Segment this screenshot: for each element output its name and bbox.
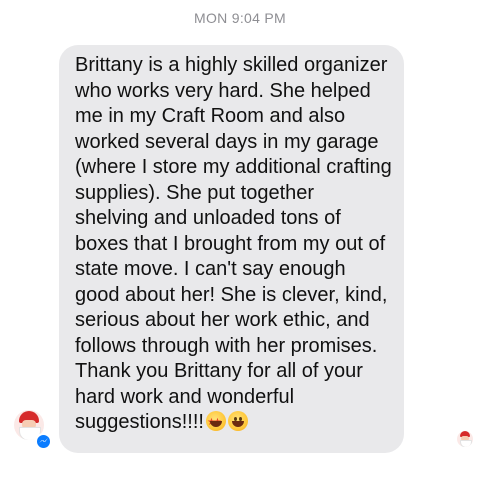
message-line: hard work and wonderful: [75, 385, 295, 408]
message-line: state move. I can't say enough: [75, 258, 346, 280]
message-line: Brittany is a highly skilled organizer: [75, 54, 388, 76]
message-line: good about her! She is clever, kind,: [75, 283, 388, 306]
message-last-line: suggestions!!!!: [75, 410, 390, 436]
message-line: boxes that I brought from my out of: [75, 232, 386, 255]
star-struck-emoji-icon: [205, 410, 226, 436]
message-line: me in my Craft Room and also: [75, 105, 346, 127]
message-line: shelving and unloaded tons of: [75, 207, 341, 229]
message-line: suggestions!!!!: [75, 411, 204, 433]
message-line: Thank you Brittany for all of your: [75, 360, 363, 382]
message-line: worked several days in my garage: [75, 130, 379, 153]
messenger-icon: [35, 433, 52, 450]
message-text: Brittany is a highly skilled organizer w…: [75, 53, 392, 436]
read-receipt-avatar-santa-icon: [457, 431, 473, 447]
message-line: supplies). She put together: [75, 181, 315, 204]
grinning-face-emoji-icon: [227, 411, 248, 431]
message-bubble[interactable]: Brittany is a highly skilled organizer w…: [59, 45, 404, 453]
message-line: (where I store my additional crafting: [75, 156, 392, 178]
message-timestamp: MON 9:04 PM: [194, 10, 286, 26]
message-line: who works very hard. She helped: [75, 79, 371, 102]
message-line: serious about her work ethic, and: [75, 309, 370, 331]
message-line: follows through with her promises.: [75, 334, 378, 357]
